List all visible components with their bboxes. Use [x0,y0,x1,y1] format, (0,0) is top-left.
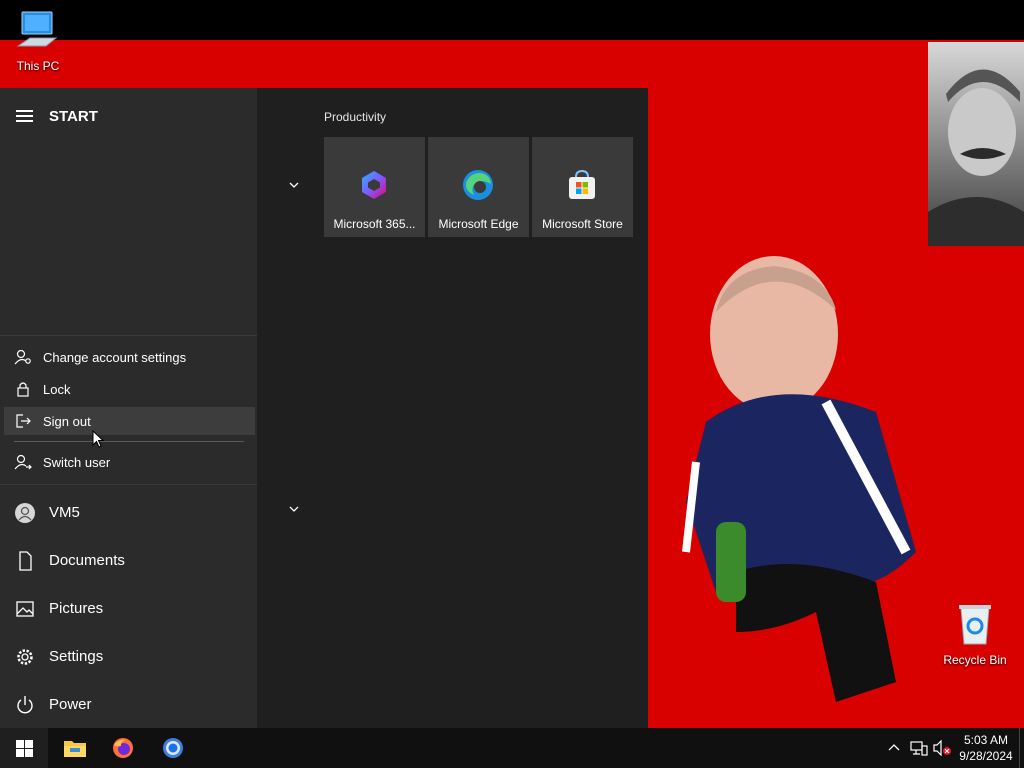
file-explorer-icon [64,741,86,757]
taskbar-chrome[interactable] [149,728,197,768]
switch-user-item[interactable]: Switch user [4,448,255,476]
taskbar-clock[interactable]: 5:03 AM 9/28/2024 [956,732,1016,764]
volume-muted-icon[interactable] [933,740,951,756]
microsoft-365-icon [362,171,386,199]
tile-microsoft-edge[interactable]: Microsoft Edge [428,137,529,237]
tile-group-label: Productivity [324,110,387,124]
lock-icon [17,382,29,397]
taskbar: 5:03 AM 9/28/2024 [0,728,1024,768]
tile-label: Microsoft Edge [438,217,519,231]
show-desktop-button[interactable] [1019,728,1020,768]
pictures-button[interactable]: Pictures [0,588,257,628]
hamburger-menu-icon[interactable] [16,110,33,122]
chevron-up-icon[interactable] [888,742,900,752]
edge-icon [463,170,493,200]
desktop-icon-recycle-bin[interactable]: Recycle Bin [937,602,1013,667]
tile-label: Microsoft 365... [333,217,416,231]
store-icon [569,169,595,199]
menu-item-label: Sign out [43,414,91,429]
sign-out-icon [16,414,31,428]
nav-item-label: Documents [49,552,125,569]
clock-time: 5:03 AM [963,733,1009,747]
chevron-down-icon[interactable] [288,505,300,513]
tile-label: Microsoft Store [542,217,623,231]
start-button[interactable] [0,728,48,768]
account-menu-popup: Change account settings Lock Sign out Sw… [0,335,257,485]
computer-icon [0,10,76,55]
desktop-icon-this-pc[interactable]: This PC [0,10,76,73]
nav-item-label: Power [49,696,92,713]
documents-button[interactable]: Documents [0,540,257,580]
taskbar-file-explorer[interactable] [50,728,98,768]
wallpaper-portrait-photo [928,42,1024,246]
tile-microsoft-store[interactable]: Microsoft Store [532,137,633,237]
start-title: START [49,108,98,125]
sign-out-item[interactable]: Sign out [4,407,255,435]
picture-icon [16,601,34,617]
power-icon [17,696,33,714]
user-account-button[interactable]: VM5 [0,492,257,532]
menu-item-label: Lock [43,382,71,397]
change-account-settings-item[interactable]: Change account settings [4,343,255,371]
network-icon[interactable] [910,740,928,756]
recycle-bin-icon [937,602,1013,649]
menu-separator [14,441,244,442]
start-menu-left-pane: START Change account settings Lock Sign … [0,88,257,728]
windows-logo-icon [16,740,33,757]
clock-date: 9/28/2024 [959,749,1013,763]
nav-item-label: Pictures [49,600,104,617]
settings-button[interactable]: Settings [0,636,257,676]
chrome-icon [163,738,183,758]
taskbar-firefox[interactable] [99,728,147,768]
nav-item-label: Settings [49,648,104,665]
nav-item-label: VM5 [49,504,80,521]
lock-item[interactable]: Lock [4,375,255,403]
desktop-icon-label: This PC [16,59,60,73]
switch-user-icon [14,454,32,470]
start-menu-tiles-pane: Productivity Microsoft 365... Microsoft … [257,88,648,728]
menu-item-label: Change account settings [43,350,187,365]
document-icon [19,551,32,571]
chevron-down-icon[interactable] [288,181,300,189]
mouse-cursor-icon [92,430,104,448]
tile-microsoft-365[interactable]: Microsoft 365... [324,137,425,237]
gear-icon [17,649,33,665]
person-settings-icon [14,349,31,365]
power-button[interactable]: Power [0,684,257,724]
menu-item-label: Switch user [43,455,111,470]
wallpaper-person-image [676,252,926,712]
firefox-icon [113,738,133,758]
desktop-icon-label: Recycle Bin [943,653,1007,667]
avatar-icon [15,503,35,523]
